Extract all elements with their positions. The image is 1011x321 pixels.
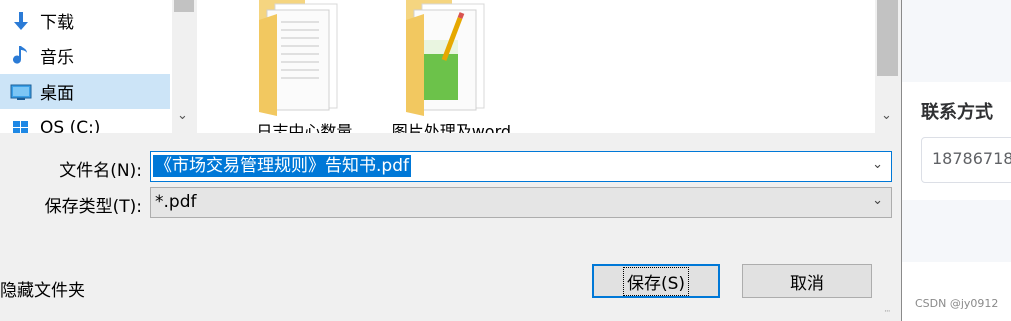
- folder-icon: [259, 0, 338, 116]
- desktop-icon: [10, 81, 32, 103]
- folder-item[interactable]: 日志中心数量...: [242, 0, 368, 133]
- filename-label: 文件名(N):: [59, 161, 142, 181]
- nav-item-desktop[interactable]: 桌面: [0, 74, 170, 109]
- file-list-scrollbar-thumb[interactable]: [877, 0, 898, 76]
- nav-item-label: OS (C:): [40, 117, 101, 134]
- filetype-value: *.pdf: [155, 192, 197, 212]
- page-header-band: [902, 0, 1011, 82]
- background-page: 联系方式 18786718 CSDN @jy0912: [902, 0, 1011, 321]
- save-dialog: 下载 音乐 桌面 OS (C:) ⌄ 日志中心数量... 图片处理及word..…: [0, 0, 902, 321]
- resize-grip-icon[interactable]: ⋅⋅⋅: [884, 307, 891, 317]
- nav-item-downloads[interactable]: 下载: [0, 3, 170, 38]
- filetype-label: 保存类型(T):: [44, 197, 142, 217]
- page-footer-band: [902, 200, 1011, 262]
- chevron-down-icon[interactable]: ⌄: [177, 108, 188, 123]
- contact-input-value: 18786718: [932, 149, 1011, 168]
- hide-folders-toggle[interactable]: 隐藏文件夹: [0, 276, 85, 301]
- nav-scrollbar[interactable]: ⌄: [172, 0, 196, 133]
- nav-item-music[interactable]: 音乐: [0, 38, 170, 73]
- folder-item[interactable]: 图片处理及word...: [389, 0, 526, 133]
- filetype-select[interactable]: *.pdf ⌄: [150, 187, 892, 218]
- windows-drive-icon: [10, 117, 32, 133]
- chevron-down-icon[interactable]: ⌄: [872, 193, 883, 208]
- file-list-scrollbar[interactable]: ⌄: [875, 0, 900, 133]
- folder-image-icon: [406, 0, 485, 116]
- navigation-pane: 下载 音乐 桌面 OS (C:): [0, 0, 172, 133]
- file-list: 日志中心数量... 图片处理及word...: [197, 0, 875, 133]
- music-note-icon: [10, 45, 32, 67]
- folder-label: 日志中心数量...: [256, 122, 368, 133]
- contact-input[interactable]: 18786718: [921, 137, 1011, 183]
- nav-item-label: 下载: [40, 13, 74, 33]
- cancel-button-label: 取消: [790, 273, 824, 294]
- nav-item-os-drive[interactable]: OS (C:): [0, 110, 170, 133]
- save-button-label: 保存(S): [622, 266, 690, 296]
- filename-value[interactable]: 《市场交易管理规则》告知书.pdf: [153, 155, 411, 177]
- watermark: CSDN @jy0912: [915, 297, 999, 310]
- contact-heading: 联系方式: [921, 102, 993, 123]
- cancel-button[interactable]: 取消: [742, 264, 872, 298]
- nav-item-label: 桌面: [40, 84, 74, 104]
- chevron-down-icon[interactable]: ⌄: [881, 108, 892, 123]
- nav-scrollbar-thumb[interactable]: [174, 0, 194, 12]
- chevron-down-icon[interactable]: ⌄: [872, 157, 883, 172]
- nav-item-label: 音乐: [40, 48, 74, 68]
- save-button[interactable]: 保存(S): [592, 264, 720, 298]
- folder-label: 图片处理及word...: [391, 122, 527, 133]
- filename-input[interactable]: 《市场交易管理规则》告知书.pdf ⌄: [150, 151, 892, 182]
- download-arrow-icon: [10, 10, 32, 32]
